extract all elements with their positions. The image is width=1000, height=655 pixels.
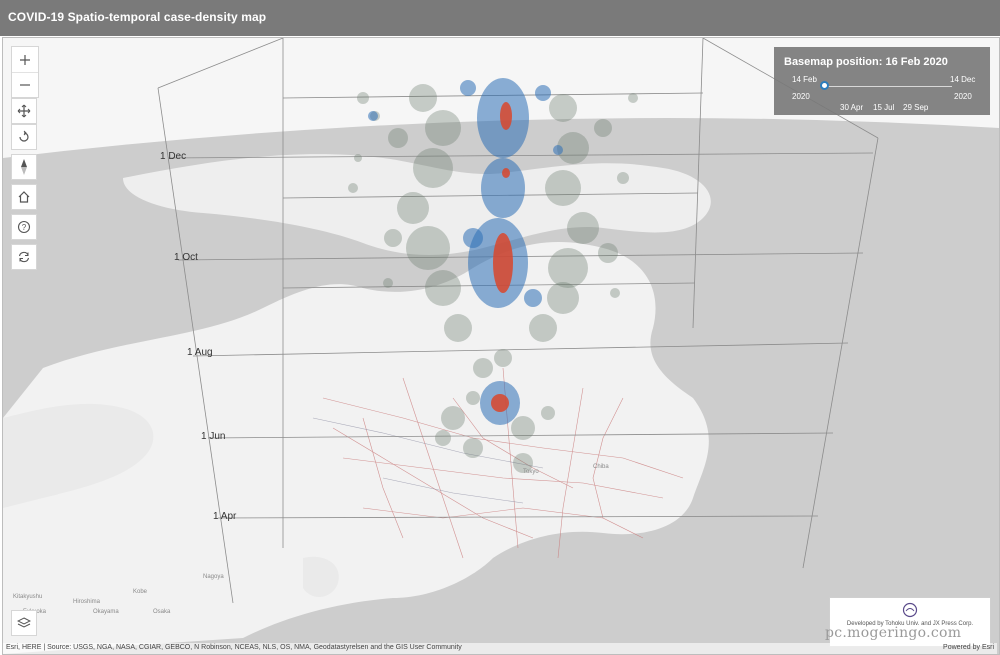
- attribution-bar: Esri, HERE | Source: USGS, NGA, NASA, CG…: [3, 643, 997, 654]
- svg-text:Kitakyushu: Kitakyushu: [13, 594, 42, 600]
- layers-button[interactable]: [11, 610, 37, 636]
- map-view[interactable]: KitakyushuHiroshimaKobe FukuokaOkayamaOs…: [2, 37, 1000, 655]
- pan-icon: [17, 104, 31, 118]
- home-button[interactable]: [11, 184, 37, 210]
- compass-icon: [21, 159, 27, 175]
- rotate-icon: [19, 130, 29, 142]
- time-label-apr: 1 Apr: [213, 511, 237, 522]
- time-label-aug: 1 Aug: [187, 347, 213, 358]
- watermark: pc.mogeringo.com: [825, 625, 962, 641]
- powered-by-esri[interactable]: Powered by Esri: [943, 644, 994, 651]
- zoom-out-icon: [20, 83, 30, 86]
- zoom-control: [11, 46, 39, 98]
- refresh-icon: [18, 251, 30, 263]
- title-bar: COVID-19 Spatio-temporal case-density ma…: [0, 0, 1000, 36]
- layers-icon: [17, 617, 31, 628]
- zoom-in-icon: [20, 54, 30, 65]
- slider-tick-apr: 30 Apr: [840, 103, 864, 112]
- app-title: COVID-19 Spatio-temporal case-density ma…: [8, 10, 267, 24]
- scene-canvas[interactable]: KitakyushuHiroshimaKobe FukuokaOkayamaOs…: [3, 38, 999, 654]
- svg-text:Osaka: Osaka: [153, 609, 171, 615]
- rotate-button[interactable]: [11, 124, 37, 150]
- refresh-button[interactable]: [11, 244, 37, 270]
- svg-text:Kobe: Kobe: [133, 589, 148, 595]
- slider-track[interactable]: [824, 86, 952, 87]
- slider-thumb[interactable]: [820, 81, 830, 90]
- svg-text:Chiba: Chiba: [593, 464, 609, 470]
- svg-text:?: ?: [22, 223, 27, 232]
- help-icon: ?: [17, 220, 31, 234]
- slider-end-year: 2020: [954, 92, 972, 101]
- slider-start-day: 14 Feb: [792, 75, 817, 84]
- home-icon: [18, 191, 30, 203]
- zoom-in-button[interactable]: [12, 47, 38, 73]
- svg-text:Hiroshima: Hiroshima: [73, 599, 101, 605]
- time-label-dec: 1 Dec: [160, 151, 187, 162]
- slider-tick-jul: 15 Jul: [873, 103, 895, 112]
- basemap-slider-panel: Basemap position: 16 Feb 2020 14 Feb 202…: [774, 47, 990, 115]
- svg-text:Tokyo: Tokyo: [523, 469, 539, 475]
- time-label-oct: 1 Oct: [174, 252, 198, 263]
- svg-text:Nagoya: Nagoya: [203, 574, 224, 580]
- university-logo: [902, 602, 918, 618]
- slider-title: Basemap position: 16 Feb 2020: [784, 56, 948, 68]
- slider-start-year: 2020: [792, 92, 810, 101]
- slider-tick-sep: 29 Sep: [903, 103, 929, 112]
- svg-text:Okayama: Okayama: [93, 609, 119, 615]
- help-button[interactable]: ?: [11, 214, 37, 240]
- time-label-jun: 1 Jun: [201, 431, 226, 442]
- compass-button[interactable]: [11, 154, 37, 180]
- slider-end-day: 14 Dec: [950, 75, 976, 84]
- zoom-out-button[interactable]: [12, 72, 38, 97]
- attribution-text: Esri, HERE | Source: USGS, NGA, NASA, CG…: [6, 644, 462, 651]
- pan-button[interactable]: [11, 98, 37, 124]
